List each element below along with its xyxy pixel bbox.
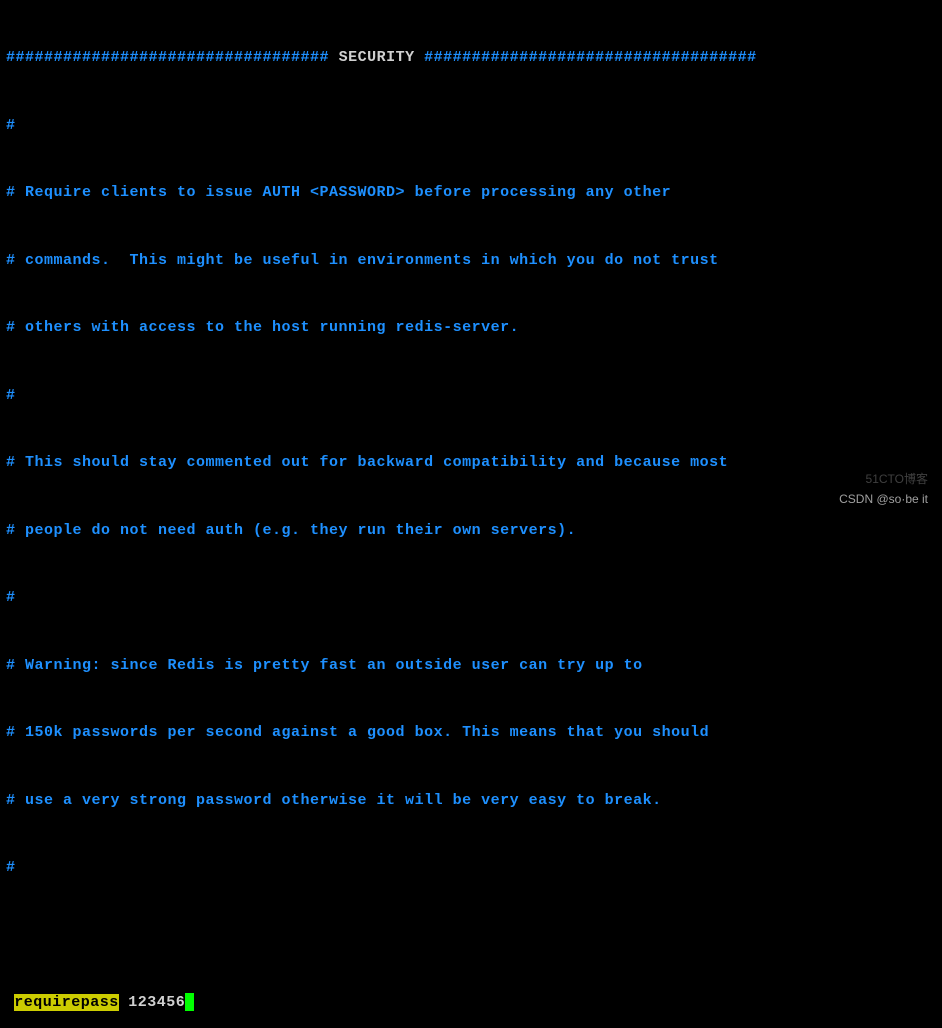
comment-line: # This should stay commented out for bac… [6, 452, 936, 475]
comment-line: # 150k passwords per second against a go… [6, 722, 936, 745]
comment-line: # Warning: since Redis is pretty fast an… [6, 655, 936, 678]
terminal-editor[interactable]: ################################## SECUR… [6, 2, 936, 1028]
comment-line: # others with access to the host running… [6, 317, 936, 340]
cursor-icon [185, 993, 194, 1011]
comment-line: # [6, 385, 936, 408]
section-hashes-right: ################################### [415, 49, 757, 66]
comment-line: # commands. This might be useful in envi… [6, 250, 936, 273]
requirepass-directive: requirepass 123456 [6, 992, 936, 1015]
directive-key: requirepass [14, 994, 119, 1011]
comment-line: # use a very strong password otherwise i… [6, 790, 936, 813]
section-header-line: ################################## SECUR… [6, 47, 936, 70]
section-title: SECURITY [339, 49, 415, 66]
comment-line: # people do not need auth (e.g. they run… [6, 520, 936, 543]
watermark-faded: 51CTO博客 [866, 470, 928, 488]
comment-line: # Require clients to issue AUTH <PASSWOR… [6, 182, 936, 205]
blank-line [6, 925, 936, 948]
comment-line: # [6, 587, 936, 610]
comment-line: # [6, 115, 936, 138]
section-hashes-left: ################################## [6, 49, 339, 66]
watermark: CSDN @so·be it [839, 490, 928, 508]
comment-line: # [6, 857, 936, 880]
directive-value: 123456 [128, 994, 185, 1011]
